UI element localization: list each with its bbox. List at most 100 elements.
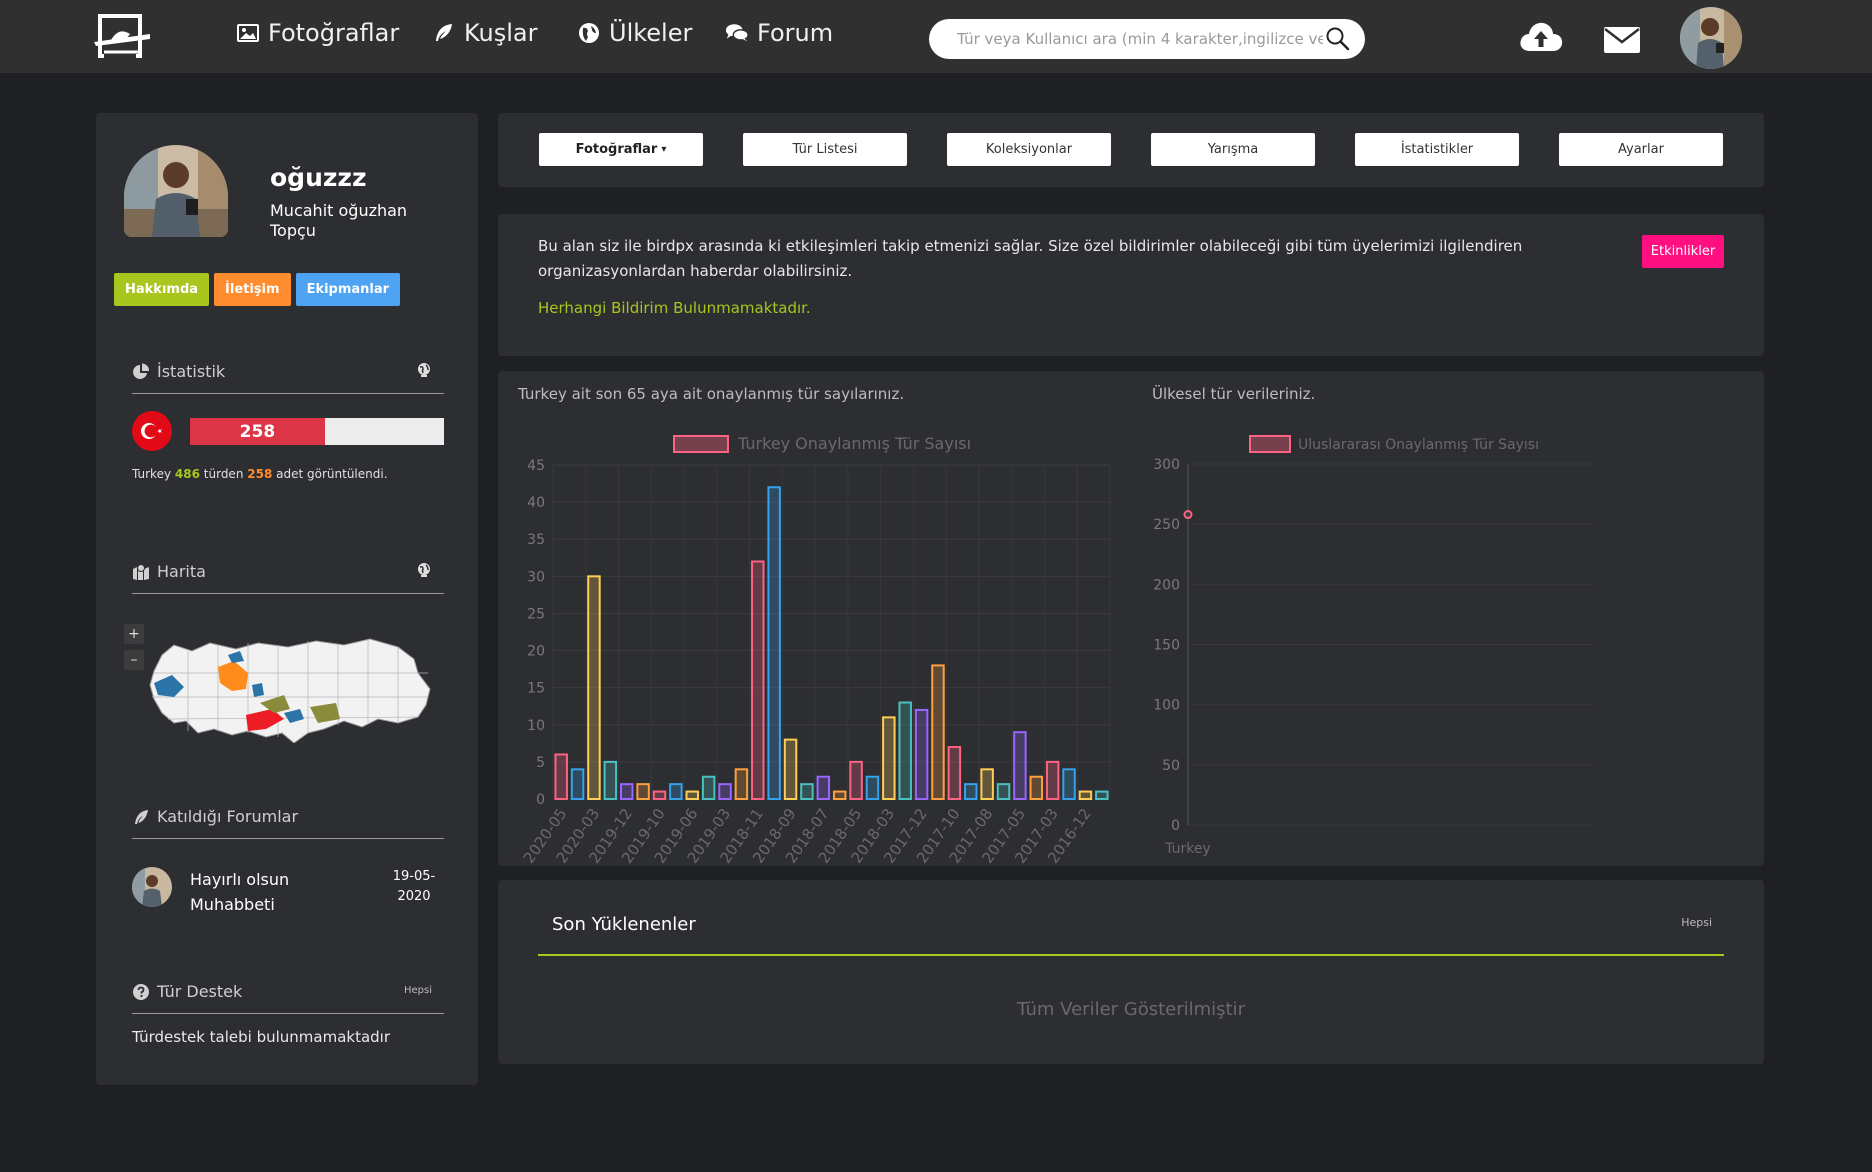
- stats-summary: Turkey 486 türden 258 adet görüntülendi.: [132, 467, 388, 481]
- y-tick-label: 250: [1153, 517, 1180, 533]
- notifications-panel: Bu alan siz ile birdpx arasında ki etkil…: [498, 214, 1764, 356]
- support-title: Tür Destek: [157, 982, 243, 1001]
- birdpx-logo-icon[interactable]: [94, 12, 154, 64]
- map-marker-icon: [133, 563, 149, 580]
- country-species-chart: Uluslararası Onaylanmış Tür Sayısı 0 50 100…: [1153, 435, 1594, 857]
- y-tick-label: 20: [527, 644, 545, 660]
- bar: [669, 783, 683, 800]
- y-tick-label: 15: [527, 681, 545, 697]
- bar: [1062, 768, 1076, 800]
- turkey-flag-icon: [132, 411, 172, 451]
- bar: [800, 783, 814, 800]
- stats-mid-text: türden: [203, 467, 244, 481]
- profile-avatar[interactable]: [124, 145, 228, 237]
- mail-icon[interactable]: [1603, 26, 1641, 54]
- y-tick-label: 40: [527, 495, 545, 511]
- legend-label: Uluslararası Onaylanmış Tür Sayısı: [1298, 437, 1539, 453]
- bar: [1013, 731, 1027, 801]
- bar: [1095, 790, 1109, 801]
- forum-item-title[interactable]: Hayırlı olsun Muhabbeti: [190, 867, 330, 917]
- notifications-empty: Herhangi Bildirim Bulunmamaktadır.: [538, 299, 811, 317]
- nav-forum-label: Forum: [757, 19, 834, 47]
- forum-avatar-photo-icon: [132, 867, 172, 907]
- globe-small-icon[interactable]: [416, 362, 432, 378]
- nav-forum[interactable]: Forum: [725, 14, 833, 52]
- y-tick-label: 35: [527, 532, 545, 548]
- nav-countries-label: Ülkeler: [609, 19, 693, 47]
- events-button[interactable]: Etkinlikler: [1642, 235, 1724, 268]
- about-button[interactable]: Hakkımda: [114, 273, 210, 306]
- caret-down-icon: ▾: [661, 144, 667, 155]
- legend-swatch: [1249, 435, 1291, 453]
- y-tick-label: 5: [536, 755, 545, 771]
- avatar-photo-icon: [1680, 7, 1742, 69]
- search-input[interactable]: [955, 29, 1325, 49]
- globe-small-icon[interactable]: [416, 562, 432, 578]
- bar: [554, 753, 568, 801]
- profile-photo-icon: [124, 145, 228, 237]
- support-empty-text: Türdestek talebi bulunmamaktadır: [132, 1028, 391, 1046]
- search-box: [929, 19, 1365, 59]
- recent-uploads-all-link[interactable]: Hepsi: [1681, 916, 1712, 929]
- tab-settings[interactable]: Ayarlar: [1559, 133, 1723, 166]
- nav-countries[interactable]: Ülkeler: [577, 14, 692, 52]
- tab-collections[interactable]: Koleksiyonlar: [947, 133, 1111, 166]
- bar: [652, 790, 667, 801]
- stats-section-header: İstatistik: [132, 350, 444, 394]
- upload-cloud-icon[interactable]: [1518, 19, 1564, 53]
- bar: [1078, 790, 1093, 801]
- legend-swatch: [673, 435, 729, 453]
- profile-username: oğuzzz: [270, 163, 367, 192]
- stats-seen: 258: [247, 467, 273, 481]
- pie-chart-icon: [133, 362, 150, 379]
- stats-end-text: adet görüntülendi.: [276, 467, 388, 481]
- y-tick-label: 100: [1153, 698, 1180, 714]
- map-zoom-out-button[interactable]: –: [124, 650, 144, 670]
- bar: [865, 775, 880, 801]
- bar: [734, 768, 749, 800]
- x-tick-label: Turkey: [1164, 841, 1211, 857]
- search-icon[interactable]: [1325, 26, 1351, 52]
- turkey-province-map[interactable]: [148, 633, 432, 743]
- bar: [783, 738, 798, 800]
- tab-photos-label: Fotoğraflar: [575, 142, 658, 157]
- contact-button[interactable]: İletişim: [214, 273, 291, 306]
- y-tick-label: 150: [1153, 638, 1180, 654]
- recent-uploads-empty: Tüm Veriler Gösterilmiştir: [1016, 999, 1246, 1020]
- profile-tags: Hakkımda İletişim Ekipmanlar: [114, 273, 401, 306]
- species-progress-bar: 258: [190, 418, 444, 445]
- tab-species-list[interactable]: Tür Listesi: [743, 133, 907, 166]
- profile-tabs-panel: Fotoğraflar ▾ Tür Listesi Koleksiyonlar …: [498, 113, 1764, 187]
- profile-fullname: Mucahit oğuzhan Topçu: [270, 201, 408, 240]
- bar: [832, 790, 847, 801]
- stats-total: 486: [174, 467, 200, 481]
- map-zoom-in-button[interactable]: +: [124, 624, 144, 644]
- feather-small-icon: [135, 809, 148, 824]
- nav-photos-label: Fotoğraflar: [268, 19, 400, 47]
- equipment-button[interactable]: Ekipmanlar: [295, 273, 401, 306]
- bar: [931, 664, 945, 800]
- y-tick-label: 45: [527, 458, 545, 474]
- tab-contest[interactable]: Yarışma: [1151, 133, 1315, 166]
- tab-statistics[interactable]: İstatistikler: [1355, 133, 1519, 166]
- bar: [1045, 760, 1060, 800]
- recent-uploads-panel: Son Yüklenenler Hepsi Tüm Veriler Göster…: [498, 880, 1764, 1064]
- bar: [914, 708, 929, 800]
- support-all-link[interactable]: Hepsi: [404, 985, 432, 996]
- stats-country: Turkey: [132, 467, 172, 481]
- bar: [587, 575, 601, 800]
- comments-icon: [725, 24, 749, 42]
- profile-sidebar: oğuzzz Mucahit oğuzhan Topçu Hakkımda İl…: [96, 113, 478, 1085]
- nav-birds[interactable]: Kuşlar: [432, 14, 538, 52]
- stats-title: İstatistik: [157, 362, 226, 381]
- charts-panel: Turkey ait son 65 aya ait onaylanmış tür…: [498, 371, 1764, 866]
- y-tick-label: 25: [527, 606, 545, 622]
- tab-photos-dropdown[interactable]: Fotoğraflar ▾: [539, 133, 703, 166]
- bar: [570, 768, 585, 800]
- bar: [816, 775, 831, 801]
- map-section-header: Harita: [132, 550, 444, 594]
- user-avatar[interactable]: [1680, 7, 1742, 69]
- nav-photos[interactable]: Fotoğraflar: [236, 14, 399, 52]
- bar: [751, 560, 765, 800]
- bar: [964, 783, 978, 800]
